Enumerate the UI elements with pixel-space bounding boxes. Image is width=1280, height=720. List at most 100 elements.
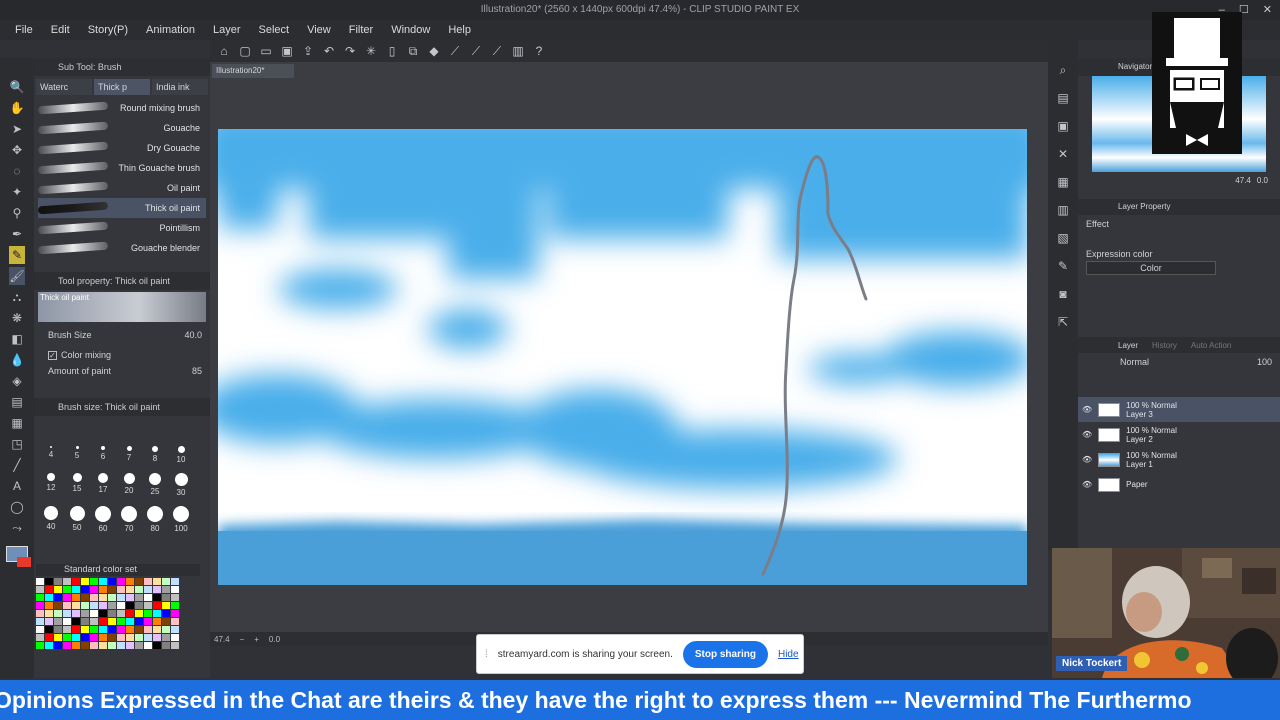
brush-size-row[interactable]: Brush Size 40.0 — [34, 324, 210, 340]
color-swatch[interactable] — [108, 618, 116, 625]
brush-size-option[interactable]: 15 — [64, 473, 90, 500]
color-swatch[interactable] — [45, 586, 53, 593]
menu-file[interactable]: File — [6, 24, 42, 36]
brush-item[interactable]: Oil paint — [37, 178, 206, 198]
color-swatch[interactable] — [54, 626, 62, 633]
home-icon[interactable]: ⌂ — [216, 43, 232, 59]
color-swatch[interactable] — [63, 618, 71, 625]
color-swatch[interactable] — [99, 602, 107, 609]
brush-item[interactable]: Gouache — [37, 118, 206, 138]
correct-line-tool-icon[interactable]: ⤳ — [9, 519, 25, 537]
export-icon[interactable]: ⇪ — [300, 43, 316, 59]
color-swatch[interactable] — [144, 634, 152, 641]
color-swatch[interactable] — [117, 626, 125, 633]
color-swatch[interactable] — [54, 642, 62, 649]
color-swatch[interactable] — [153, 610, 161, 617]
brush-size-option[interactable]: 50 — [64, 506, 90, 536]
redo-icon[interactable]: ↷ — [342, 43, 358, 59]
color-swatch[interactable] — [153, 634, 161, 641]
color-swatch[interactable] — [144, 578, 152, 585]
device-icon[interactable]: ▥ — [510, 43, 526, 59]
export-panel-icon[interactable]: ⇱ — [1055, 314, 1071, 330]
brush-item[interactable]: Pointillism — [37, 218, 206, 238]
color-swatch[interactable] — [171, 578, 179, 585]
color-swatch[interactable] — [171, 634, 179, 641]
color-swatch[interactable] — [81, 610, 89, 617]
color-swatch[interactable] — [45, 634, 53, 641]
color-swatch[interactable] — [135, 602, 143, 609]
drag-handle-icon[interactable]: ⁞ — [485, 649, 488, 660]
color-swatch[interactable] — [117, 602, 125, 609]
color-swatch[interactable] — [99, 586, 107, 593]
brush-size-option[interactable]: 4 — [38, 446, 64, 467]
color-swatch[interactable] — [90, 602, 98, 609]
tab-india-ink[interactable]: India ink — [152, 79, 208, 95]
color-swatch[interactable] — [81, 626, 89, 633]
eraser-tool-icon[interactable]: ◧ — [9, 330, 25, 348]
amount-of-paint-value[interactable]: 85 — [192, 366, 202, 376]
color-swatch[interactable] — [162, 642, 170, 649]
tab-auto-action[interactable]: Auto Action — [1191, 341, 1231, 350]
color-swatch[interactable] — [117, 578, 125, 585]
color-swatch[interactable] — [144, 642, 152, 649]
color-swatch[interactable] — [171, 626, 179, 633]
edit-icon[interactable]: ✎ — [1055, 258, 1071, 274]
color-swatch[interactable] — [126, 578, 134, 585]
menu-filter[interactable]: Filter — [340, 24, 382, 36]
brush-size-option[interactable]: 10 — [168, 446, 194, 467]
color-swatch[interactable] — [117, 610, 125, 617]
color-swatch[interactable] — [36, 594, 44, 601]
document-tab[interactable]: Illustration20* — [212, 64, 294, 78]
color-swatch[interactable] — [117, 618, 125, 625]
color-swatch[interactable] — [135, 610, 143, 617]
color-swatch[interactable] — [135, 618, 143, 625]
color-swatch[interactable] — [45, 610, 53, 617]
brush-size-option[interactable]: 6 — [90, 446, 116, 467]
brush-size-option[interactable]: 100 — [168, 506, 194, 536]
open-file-icon[interactable]: ▭ — [258, 43, 274, 59]
text-tool-icon[interactable]: A — [9, 477, 25, 495]
brush-item[interactable]: Thin Gouache brush — [37, 158, 206, 178]
menu-layer[interactable]: Layer — [204, 24, 250, 36]
color-swatch[interactable] — [54, 618, 62, 625]
color-swatch[interactable] — [153, 626, 161, 633]
hand-tool-icon[interactable]: ✋ — [9, 99, 25, 117]
loading-icon[interactable]: ✳ — [363, 43, 379, 59]
stack-icon[interactable]: ▧ — [1055, 230, 1071, 246]
sub-color-swatch[interactable] — [17, 557, 31, 567]
color-swatch[interactable] — [126, 586, 134, 593]
color-swatch[interactable] — [90, 634, 98, 641]
menu-window[interactable]: Window — [382, 24, 439, 36]
color-swatch[interactable] — [126, 618, 134, 625]
color-swatch[interactable] — [36, 602, 44, 609]
panel-icon[interactable]: ▣ — [1055, 118, 1071, 134]
color-swatch[interactable] — [108, 586, 116, 593]
color-swatch[interactable] — [171, 586, 179, 593]
color-swatch[interactable] — [81, 602, 89, 609]
color-swatch[interactable] — [99, 618, 107, 625]
color-swatch[interactable] — [45, 618, 53, 625]
brush-size-option[interactable]: 30 — [168, 473, 194, 500]
brush-item-selected[interactable]: Thick oil paint — [37, 198, 206, 218]
color-swatch[interactable] — [90, 578, 98, 585]
color-swatch[interactable] — [153, 602, 161, 609]
color-swatch[interactable] — [90, 618, 98, 625]
camera-icon[interactable]: ◙ — [1055, 286, 1071, 302]
color-swatch[interactable] — [108, 610, 116, 617]
menu-animation[interactable]: Animation — [137, 24, 204, 36]
brush-size-option[interactable]: 20 — [116, 473, 142, 500]
menu-select[interactable]: Select — [250, 24, 299, 36]
tab-watercolor[interactable]: Waterc — [36, 79, 92, 95]
snap-special-ruler-icon[interactable]: ⟋ — [468, 43, 484, 59]
brush-item[interactable]: Gouache blender — [37, 238, 206, 258]
color-swatch[interactable] — [72, 578, 80, 585]
zoom-out-icon[interactable]: − — [240, 635, 245, 644]
color-swatch[interactable] — [63, 642, 71, 649]
color-swatch[interactable] — [144, 586, 152, 593]
menu-edit[interactable]: Edit — [42, 24, 79, 36]
color-swatch[interactable] — [63, 626, 71, 633]
color-swatch[interactable] — [153, 594, 161, 601]
angle-readout[interactable]: 0.0 — [269, 635, 280, 644]
material-icon[interactable]: ▤ — [1055, 90, 1071, 106]
color-swatch[interactable] — [54, 602, 62, 609]
